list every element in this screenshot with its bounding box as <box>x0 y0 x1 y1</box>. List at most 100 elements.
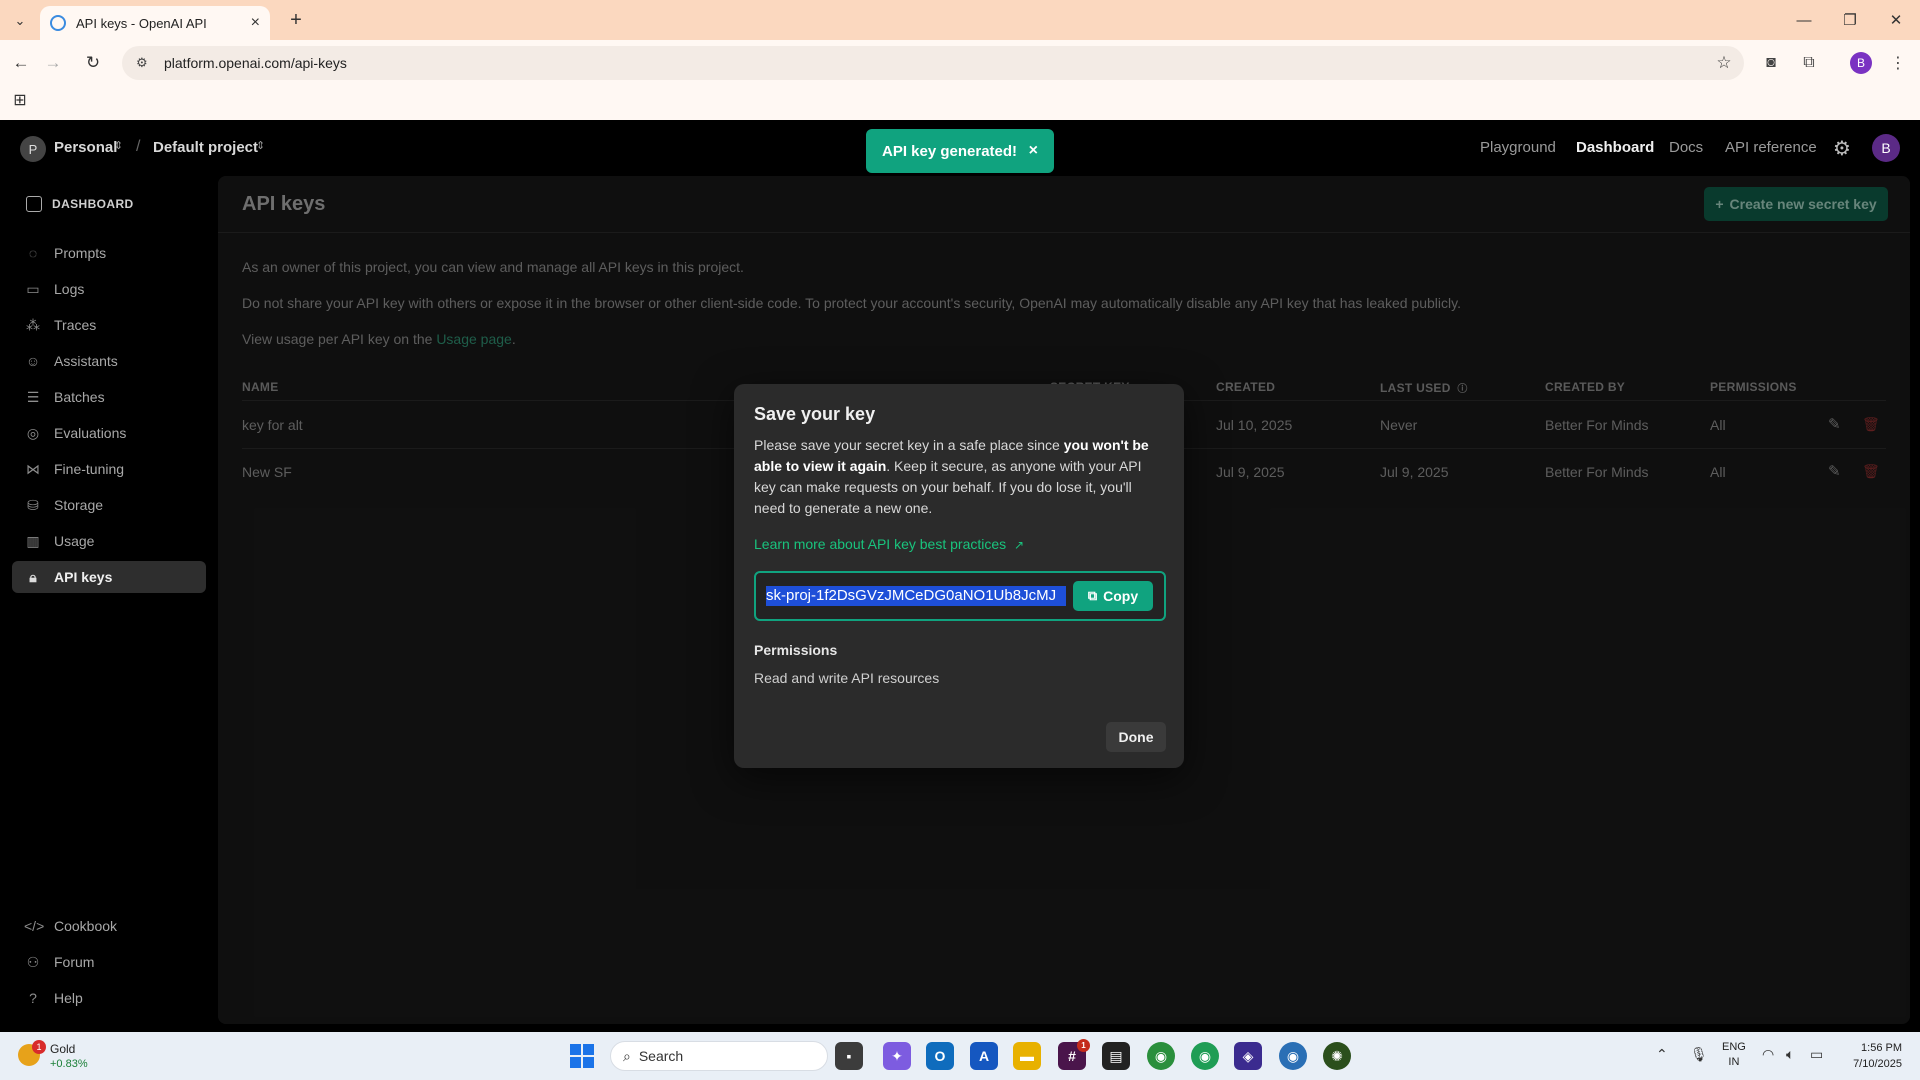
system-clock[interactable]: 1:56 PM 7/10/2025 <box>1838 1040 1902 1072</box>
window-close-icon[interactable]: ✕ <box>1876 8 1916 32</box>
toast-close-icon[interactable]: × <box>1029 142 1038 160</box>
project-chevron-icon[interactable]: ⇕ <box>256 139 265 152</box>
copilot-icon[interactable]: ✦ <box>883 1042 911 1070</box>
battery-icon[interactable]: ▭ <box>1810 1046 1823 1063</box>
sidebar-item-label: Help <box>54 990 83 1006</box>
settings-gear-icon[interactable]: ⚙ <box>1830 134 1854 162</box>
azure-icon[interactable]: A <box>970 1042 998 1070</box>
assistant-icon: ☺ <box>25 353 41 369</box>
people-icon: ⚇ <box>26 953 40 970</box>
permissions-heading: Permissions <box>754 642 838 658</box>
org-chevron-icon[interactable]: ⇕ <box>114 139 123 152</box>
clock-time: 1:56 PM <box>1861 1042 1902 1054</box>
browser-tab[interactable]: API keys - OpenAI API × <box>40 6 270 40</box>
browser-menu-icon[interactable]: ⋮ <box>1885 50 1911 76</box>
sidebar-item-help[interactable]: ? Help <box>12 982 206 1014</box>
sidebar-item-usage[interactable]: ▥ Usage <box>12 525 206 557</box>
org-switcher[interactable]: Personal <box>54 139 117 156</box>
sidebar-item-api-keys[interactable]: 🔒︎ API keys <box>12 561 206 593</box>
copy-button[interactable]: ⧉ Copy <box>1073 581 1153 611</box>
nav-docs[interactable]: Docs <box>1669 139 1703 156</box>
project-switcher[interactable]: Default project <box>153 139 258 156</box>
sidebar-item-forum[interactable]: ⚇ Forum <box>12 946 206 978</box>
forward-icon[interactable]: → <box>40 50 66 76</box>
back-icon[interactable]: ← <box>8 50 34 76</box>
wifi-icon[interactable]: ◠ <box>1762 1046 1774 1063</box>
reload-icon[interactable]: ↻ <box>80 50 106 76</box>
chrome-active-icon[interactable]: ◉ <box>1279 1042 1307 1070</box>
task-view-icon[interactable]: ▪ <box>835 1042 863 1070</box>
bookmarks-bar <box>0 82 1920 120</box>
outlook-icon[interactable]: O <box>926 1042 954 1070</box>
best-practices-link[interactable]: Learn more about API key best practices … <box>754 536 1024 552</box>
copy-icon: ⧉ <box>1087 588 1098 603</box>
minimize-icon[interactable]: — <box>1784 8 1824 32</box>
openai-favicon-icon <box>50 15 66 31</box>
traces-icon: ⁂ <box>26 316 40 333</box>
sidebar-title-label: DASHBOARD <box>52 197 134 211</box>
best-practices-label: Learn more about API key best practices <box>754 536 1007 552</box>
file-explorer-icon[interactable]: ▬ <box>1013 1042 1041 1070</box>
new-tab-button[interactable]: + <box>282 8 310 32</box>
batches-icon: ☰ <box>26 388 40 405</box>
sidebar-item-batches[interactable]: ☰ Batches <box>12 381 206 413</box>
slack-icon[interactable]: #1 <box>1058 1039 1090 1070</box>
org-avatar[interactable]: P <box>20 136 46 162</box>
sidebar-item-assistants[interactable]: ☺ Assistants <box>12 345 206 377</box>
sidebar-item-label: Usage <box>54 533 95 549</box>
chat-bubble-icon: ◌ <box>28 245 38 261</box>
microphone-icon[interactable]: 🎙︎ <box>1690 1046 1708 1063</box>
logs-icon: ▭ <box>26 280 40 297</box>
dialog-body: Please save your secret key in a safe pl… <box>754 435 1166 519</box>
sidebar-item-label: Prompts <box>54 245 107 261</box>
globe-app-icon[interactable]: ✺ <box>1323 1042 1351 1070</box>
sidebar-panel-icon <box>26 196 42 212</box>
language-indicator[interactable]: ENG IN <box>1722 1040 1746 1070</box>
sidebar-item-logs[interactable]: ▭ Logs <box>12 273 206 305</box>
bookmark-star-icon[interactable]: ☆ <box>1704 53 1744 73</box>
tab-close-icon[interactable]: × <box>251 14 260 32</box>
sidebar-item-label: Cookbook <box>54 918 118 934</box>
windows-start-icon[interactable] <box>570 1044 594 1068</box>
secret-key-value[interactable]: sk-proj-1f2DsGVzJMCeDG0aNO1Ub8JcMJ <box>766 586 1066 606</box>
sticky-notes-icon[interactable]: ▤ <box>1102 1042 1130 1070</box>
windows-taskbar <box>0 1032 1920 1080</box>
site-info-icon[interactable]: ⚙ <box>136 55 152 71</box>
code-icon: </> <box>24 918 45 934</box>
sidebar-item-fine-tuning[interactable]: ⋈ Fine-tuning <box>12 453 206 485</box>
nav-api-reference[interactable]: API reference <box>1725 139 1817 156</box>
chrome-profile-icon[interactable]: ◉ <box>1191 1042 1219 1070</box>
taskbar-search[interactable]: ⌕ Search <box>610 1041 828 1071</box>
help-icon: ? <box>29 990 37 1006</box>
browser-profile-avatar[interactable]: B <box>1850 52 1872 74</box>
nav-dashboard[interactable]: Dashboard <box>1576 139 1654 156</box>
lock-icon: 🔒︎ <box>29 568 37 585</box>
extensions-puzzle-icon[interactable]: ⧉ <box>1796 50 1822 76</box>
nav-playground[interactable]: Playground <box>1480 139 1556 156</box>
breadcrumb-separator: / <box>136 138 141 155</box>
tab-search-chevron-icon[interactable]: ⌄ <box>8 10 32 32</box>
visual-studio-icon[interactable]: ◈ <box>1234 1042 1262 1070</box>
language-code: ENG <box>1722 1041 1746 1053</box>
sidebar-item-prompts[interactable]: ◌ Prompts <box>12 237 206 269</box>
sidebar-title[interactable]: DASHBOARD <box>26 196 134 212</box>
slack-badge: 1 <box>1077 1039 1090 1052</box>
sidebar-item-traces[interactable]: ⁂ Traces <box>12 309 206 341</box>
market-widget[interactable]: 1 Gold +0.83% <box>16 1040 116 1074</box>
screenshot-camera-icon[interactable]: ◙ <box>1758 50 1784 76</box>
done-button[interactable]: Done <box>1106 722 1166 752</box>
storage-icon: ⛁ <box>27 496 39 513</box>
sidebar-item-evaluations[interactable]: ◎ Evaluations <box>12 417 206 449</box>
dialog-title: Save your key <box>754 404 876 424</box>
sidebar-item-cookbook[interactable]: </> Cookbook <box>12 910 206 942</box>
taskbar-search-label: Search <box>638 1048 684 1064</box>
sidebar-item-storage[interactable]: ⛁ Storage <box>12 489 206 521</box>
apps-grid-icon[interactable]: ⊞ <box>10 90 30 110</box>
user-avatar[interactable]: B <box>1872 134 1900 162</box>
restore-icon[interactable]: ❐ <box>1830 8 1870 32</box>
sidebar-item-label: Fine-tuning <box>54 461 125 477</box>
tray-overflow-icon[interactable]: ⌃ <box>1656 1046 1668 1063</box>
chrome-icon[interactable]: ◉ <box>1147 1042 1175 1070</box>
volume-icon[interactable]: 🔈︎ <box>1786 1046 1794 1063</box>
address-bar[interactable]: ⚙ platform.openai.com/api-keys ☆ <box>122 46 1744 80</box>
